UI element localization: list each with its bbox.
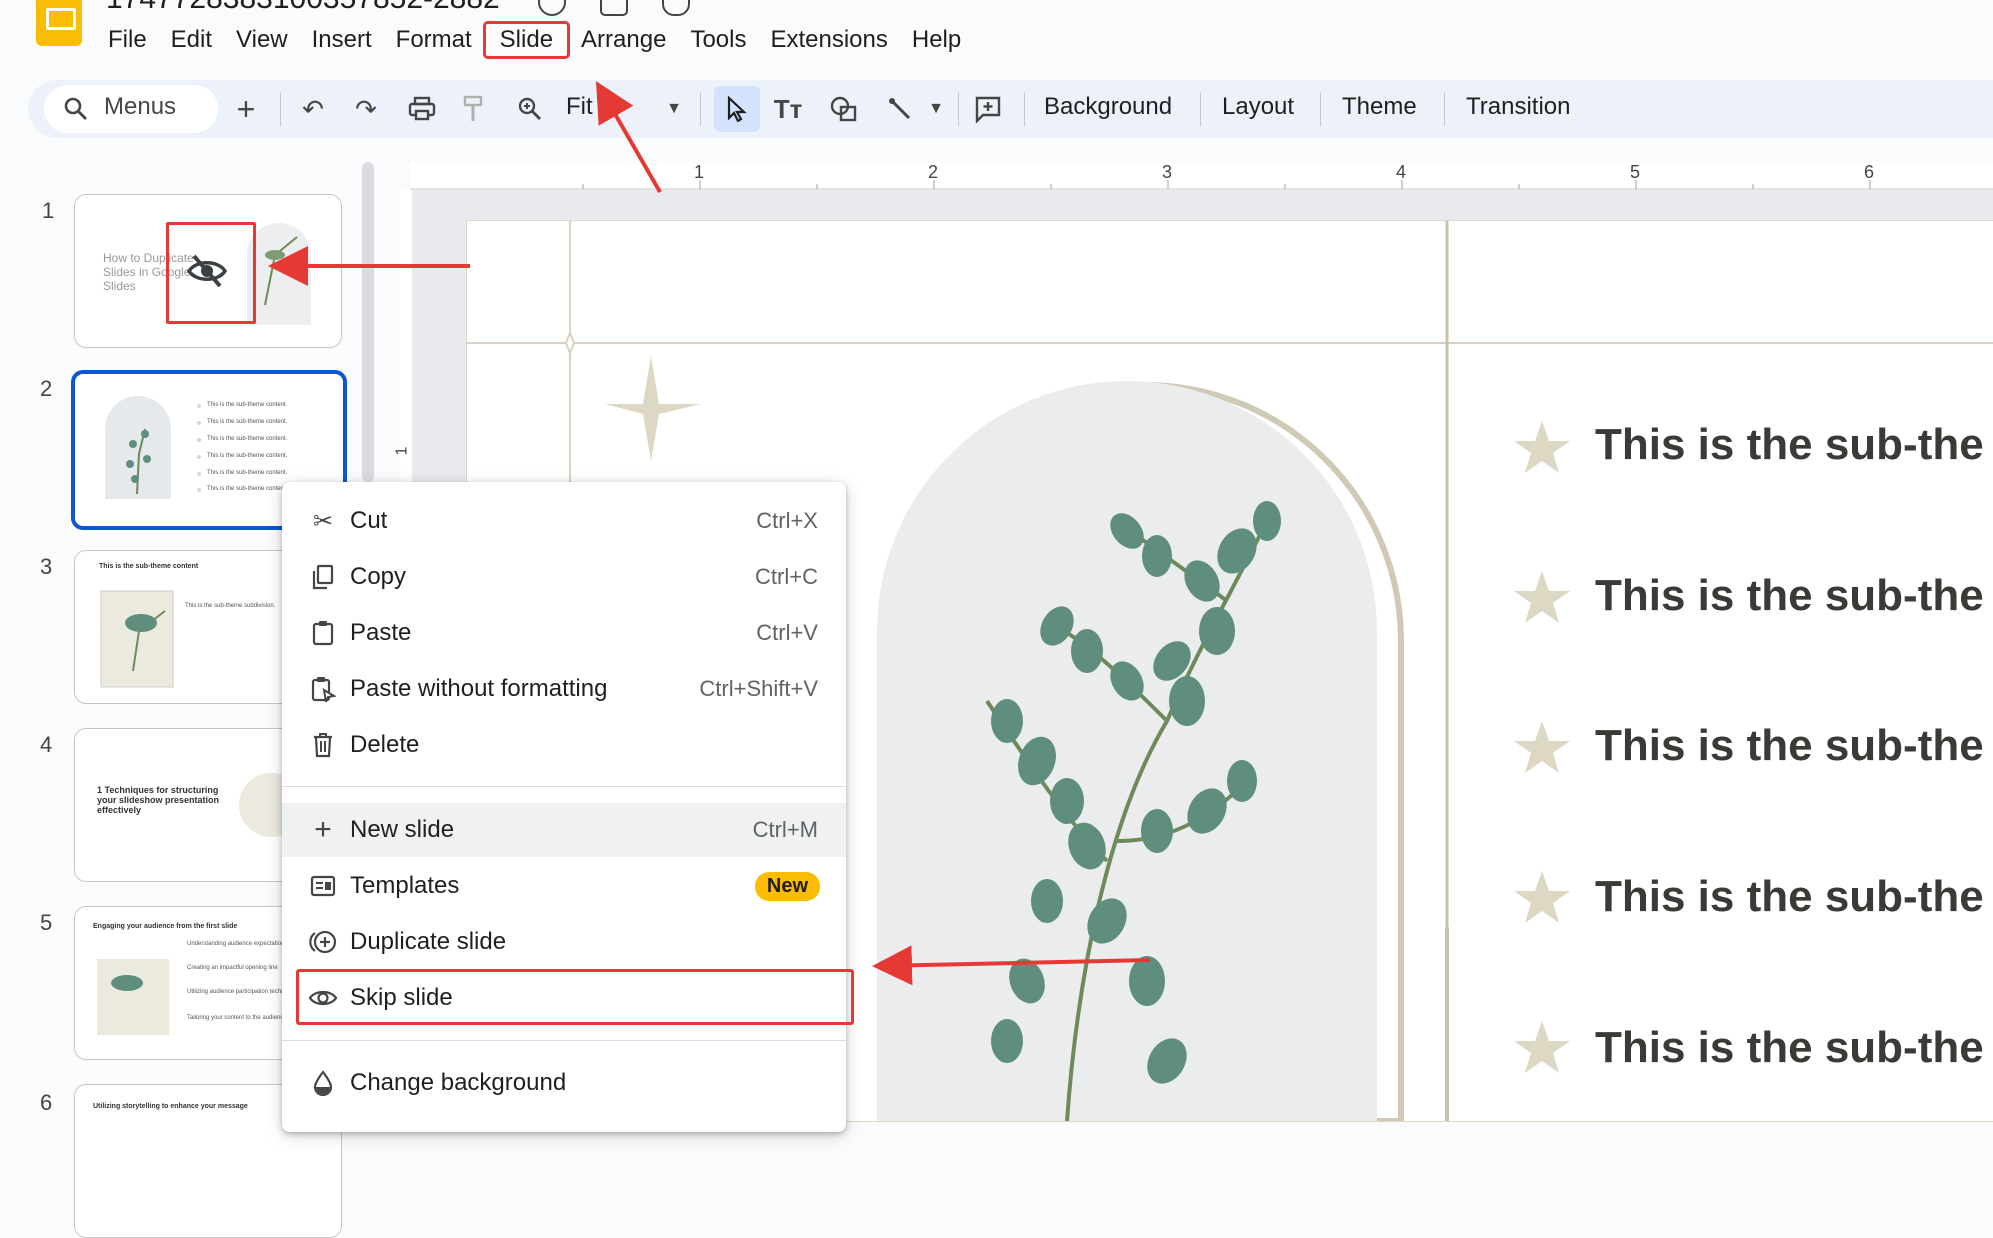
- star-icon: [1514, 721, 1570, 773]
- ruler-mark: 6: [1864, 162, 1875, 182]
- slides-logo[interactable]: [36, 0, 82, 46]
- redo-icon[interactable]: ↷: [348, 91, 384, 127]
- background-button[interactable]: Background: [1044, 93, 1172, 121]
- scissors-icon: ✂: [312, 507, 334, 535]
- plus-icon: +: [314, 813, 332, 846]
- ruler-mark: 1: [694, 162, 705, 182]
- star-icon: [1514, 571, 1570, 623]
- thumb-item: This is the sub-theme content.: [207, 470, 288, 476]
- new-badge: New: [754, 871, 820, 901]
- cloud-saved-icon[interactable]: [662, 0, 690, 16]
- thumb-item: This is the sub-theme content.: [207, 436, 288, 442]
- vertical-ruler[interactable]: 1: [393, 190, 412, 510]
- slide-bullet[interactable]: This is the sub-the: [1595, 872, 1984, 922]
- slide-bullet[interactable]: This is the sub-the: [1595, 1023, 1984, 1073]
- chevron-down-icon[interactable]: ▼: [918, 91, 954, 127]
- slide-bullet[interactable]: This is the sub-the: [1595, 420, 1984, 470]
- document-title[interactable]: 1747728383100357852-2882: [106, 0, 500, 16]
- menu-divider: [282, 786, 846, 787]
- menu-file[interactable]: File: [96, 24, 159, 56]
- ruler-mark: 3: [1162, 162, 1173, 182]
- star-icon: [1514, 871, 1570, 923]
- slide-number: 4: [40, 732, 53, 757]
- select-cursor-icon[interactable]: [714, 86, 760, 132]
- ruler-mark: 4: [1396, 162, 1407, 182]
- thumb-title: Utilizing storytelling to enhance your m…: [93, 1103, 248, 1110]
- menu-tools[interactable]: Tools: [678, 24, 758, 56]
- add-comment-icon[interactable]: [970, 91, 1006, 127]
- menu-item-copy[interactable]: Copy Ctrl+C: [282, 550, 846, 604]
- clipboard-icon: [308, 618, 338, 648]
- slide-number: 3: [40, 554, 53, 579]
- thumb-item: Creating an impactful opening line: [187, 965, 278, 971]
- menu-insert[interactable]: Insert: [300, 24, 384, 56]
- star-icon[interactable]: [538, 0, 566, 16]
- ruler-mark: 2: [928, 162, 939, 182]
- menu-item-paste-without-formatting[interactable]: Paste without formatting Ctrl+Shift+V: [282, 662, 846, 716]
- sparkle-icon: [605, 356, 701, 461]
- menu-divider: [282, 1040, 846, 1041]
- menu-item-templates[interactable]: Templates New: [282, 859, 846, 913]
- menu-slide[interactable]: Slide: [482, 21, 571, 59]
- slide-bullet[interactable]: This is the sub-the: [1595, 571, 1984, 621]
- menu-item-cut[interactable]: ✂ Cut Ctrl+X: [282, 494, 846, 548]
- paint-drop-icon: [308, 1068, 338, 1098]
- thumb-item: This is the sub-theme content.: [207, 453, 288, 459]
- menu-item-delete[interactable]: Delete: [282, 718, 846, 772]
- ruler-mark: 5: [1630, 162, 1641, 182]
- star-icon: [1514, 421, 1570, 473]
- ruler-mark: 1: [393, 446, 411, 456]
- chevron-down-icon[interactable]: ▼: [656, 91, 692, 127]
- annotation-box: [296, 969, 854, 1025]
- print-icon[interactable]: [404, 91, 440, 127]
- slide-number: 6: [40, 1090, 53, 1115]
- hidden-eye-icon: [186, 254, 228, 293]
- slide-number: 1: [42, 198, 55, 223]
- menu-extensions[interactable]: Extensions: [758, 24, 899, 56]
- thumb-item: This is the sub-theme content.: [207, 419, 288, 425]
- thumb-item: Tailoring your content to the audience: [187, 1015, 287, 1021]
- theme-button[interactable]: Theme: [1342, 93, 1417, 121]
- star-icon: [1514, 1021, 1570, 1073]
- add-icon[interactable]: +: [228, 91, 264, 127]
- undo-icon[interactable]: ↶: [295, 91, 331, 127]
- slide-bullet[interactable]: This is the sub-the: [1595, 721, 1984, 771]
- menu-item-paste[interactable]: Paste Ctrl+V: [282, 606, 846, 660]
- thumb-item: Understanding audience expectations: [187, 941, 288, 947]
- shape-icon[interactable]: [826, 91, 862, 127]
- search-placeholder: Menus: [104, 93, 177, 120]
- slide-number: 2: [40, 376, 53, 401]
- template-icon: [308, 871, 338, 901]
- copy-icon: [308, 562, 338, 592]
- thumb-item: This is the sub-theme subdivision.: [185, 603, 276, 609]
- menu-item-change-background[interactable]: Change background: [282, 1056, 846, 1110]
- text-box-icon[interactable]: Tт: [770, 91, 806, 127]
- duplicate-icon: [308, 927, 338, 957]
- line-icon[interactable]: [882, 91, 918, 127]
- zoom-select[interactable]: Fit: [566, 93, 593, 121]
- trash-icon: [308, 730, 338, 760]
- menu-item-duplicate-slide[interactable]: Duplicate slide: [282, 915, 846, 969]
- filmstrip-scrollbar[interactable]: [362, 162, 374, 482]
- menu-format[interactable]: Format: [384, 24, 484, 56]
- move-icon[interactable]: [600, 0, 628, 16]
- menu-help[interactable]: Help: [900, 24, 973, 56]
- menu-edit[interactable]: Edit: [159, 24, 224, 56]
- menu-bar: File Edit View Insert Format Slide Arran…: [96, 21, 973, 59]
- zoom-icon[interactable]: [512, 91, 548, 127]
- thumb-item: This is the sub-theme content.: [207, 402, 288, 408]
- menu-arrange[interactable]: Arrange: [569, 24, 678, 56]
- layout-button[interactable]: Layout: [1222, 93, 1294, 121]
- clipboard-plain-icon: [308, 674, 338, 704]
- horizontal-ruler[interactable]: 1 2 3 4 5 6: [410, 162, 1993, 190]
- search-icon: [58, 91, 94, 127]
- paint-format-icon[interactable]: [456, 91, 492, 127]
- menu-item-new-slide[interactable]: + New slide Ctrl+M: [282, 803, 846, 857]
- menu-view[interactable]: View: [224, 24, 300, 56]
- slide-number: 5: [40, 910, 53, 935]
- transition-button[interactable]: Transition: [1466, 93, 1570, 121]
- thumb-item: This is the sub-theme content.: [207, 486, 288, 492]
